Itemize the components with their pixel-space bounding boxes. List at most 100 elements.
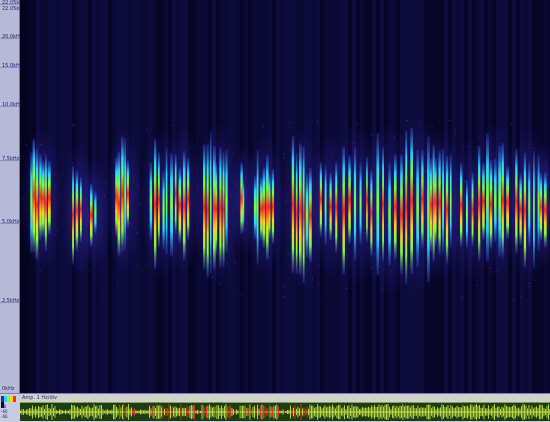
call-streak — [410, 128, 413, 274]
noise-speck — [169, 290, 170, 291]
spectrogram-window: 22.05kHz 22.05kHz 20.0kHz 15.0kHz 10.0kH… — [0, 0, 550, 421]
spectrogram-canvas[interactable] — [20, 0, 550, 393]
waveform-bar — [443, 405, 444, 418]
noise-speck — [116, 284, 117, 285]
waveform-bar — [112, 409, 113, 414]
call-streak — [207, 144, 209, 277]
waveform-bar — [22, 409, 23, 415]
waveform-bar — [227, 406, 228, 417]
noise-speck — [140, 203, 141, 204]
waveform-bar — [496, 408, 497, 416]
call-streak — [225, 150, 227, 253]
waveform-bar — [275, 406, 276, 419]
waveform-bar — [256, 408, 257, 416]
noise-speck — [321, 237, 322, 238]
waveform-bar — [274, 405, 275, 418]
noise-speck — [237, 289, 238, 290]
waveform-bar — [53, 408, 54, 416]
waveform-bar — [545, 409, 546, 415]
waveform-bar — [212, 408, 213, 417]
waveform-bar — [140, 410, 141, 415]
waveform-bar — [497, 407, 498, 418]
waveform-bar — [532, 406, 533, 419]
waveform-bar — [502, 407, 503, 418]
waveform-bar — [382, 405, 383, 419]
waveform-bar — [421, 407, 422, 417]
waveform-bar — [161, 407, 162, 416]
time-tick-label: 0:02.0 — [147, 402, 160, 407]
waveform-bar — [100, 405, 101, 419]
waveform-bar — [439, 408, 440, 415]
waveform-bar — [176, 408, 177, 417]
call-streak — [223, 152, 225, 266]
waveform-bar — [253, 407, 254, 417]
waveform-bar — [296, 409, 297, 415]
waveform-bar — [547, 406, 548, 418]
waveform-bar — [391, 409, 392, 415]
noise-speck — [396, 170, 397, 171]
waveform-bar — [362, 407, 363, 417]
waveform-bar — [154, 405, 155, 418]
noise-speck — [49, 256, 50, 257]
waveform-bar — [280, 411, 281, 414]
waveform-bar — [85, 407, 86, 418]
call-streak — [166, 148, 168, 254]
call-halo — [244, 132, 287, 278]
noise-speck — [227, 263, 228, 264]
waveform-bar — [367, 408, 368, 417]
waveform-bar — [130, 409, 131, 416]
call-streak — [434, 158, 436, 246]
call-streak — [478, 146, 480, 261]
waveform-bar — [67, 411, 68, 414]
noise-speck — [82, 193, 83, 194]
waveform-bar — [125, 408, 126, 416]
waveform-bar — [266, 409, 267, 416]
call-streak — [158, 152, 160, 247]
call-streak — [498, 145, 501, 256]
call-streak — [183, 151, 186, 260]
call-streak — [36, 149, 39, 260]
noise-speck — [317, 120, 318, 121]
waveform-bar — [41, 407, 42, 416]
waveform-bar — [20, 410, 21, 413]
call-streak — [243, 179, 245, 232]
noise-speck — [241, 293, 242, 294]
waveform-bar — [530, 409, 531, 415]
waveform-bar — [152, 406, 153, 417]
call-streak — [325, 165, 327, 245]
noise-speck — [322, 296, 323, 297]
noise-speck — [58, 153, 59, 154]
waveform-bar — [316, 407, 317, 417]
waveform-bar — [334, 407, 335, 417]
waveform-bar — [95, 406, 96, 418]
waveform-bar — [401, 406, 402, 418]
waveform-bar — [373, 407, 374, 417]
spectrogram-view[interactable] — [20, 0, 550, 393]
waveform-bar — [485, 408, 486, 415]
waveform-bar — [307, 407, 308, 418]
noise-speck — [187, 126, 188, 127]
waveform-bar — [377, 407, 378, 417]
waveform-bar — [139, 411, 140, 414]
waveform-bar — [419, 408, 420, 416]
noise-speck — [121, 252, 122, 253]
noise-speck — [503, 258, 504, 259]
waveform-bar — [473, 407, 474, 418]
waveform-bar — [65, 410, 66, 414]
call-streak — [320, 163, 322, 237]
waveform-bar — [398, 407, 399, 416]
noise-speck — [51, 164, 52, 165]
call-streak — [524, 153, 526, 268]
call-streak — [446, 155, 448, 263]
noise-speck — [535, 148, 536, 149]
waveform-bar — [299, 408, 300, 415]
waveform-bar — [478, 406, 479, 418]
waveform-bar — [365, 408, 366, 417]
waveform-bar — [328, 407, 329, 418]
call-streak — [460, 163, 462, 246]
noise-speck — [263, 126, 264, 127]
waveform-bar — [136, 410, 137, 414]
waveform-bar — [238, 410, 239, 413]
noise-speck — [391, 136, 392, 137]
waveform-bar — [292, 408, 293, 416]
